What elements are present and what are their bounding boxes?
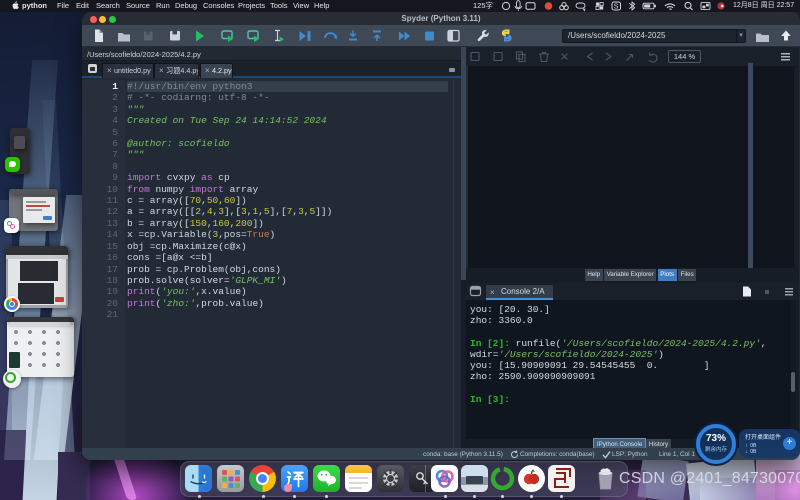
- svg-text:S: S: [614, 4, 619, 11]
